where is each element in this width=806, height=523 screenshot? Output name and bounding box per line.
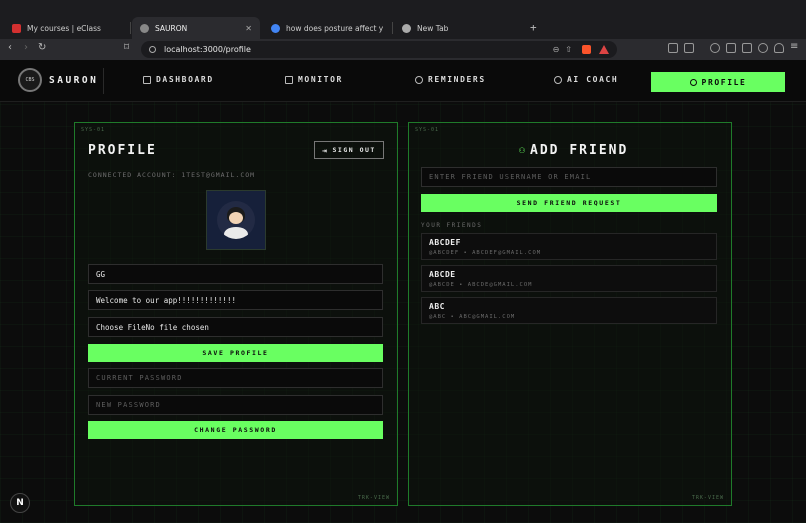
your-friends-heading: YOUR FRIENDS: [421, 222, 483, 229]
divider: [103, 68, 104, 94]
app-root: CBS SAURON DASHBOARD MONITOR REMINDERS A…: [0, 60, 806, 523]
profile-title: PROFILE: [88, 143, 157, 158]
friend-item[interactable]: ABCDE @ABCDE • ABCDE@GMAIL.COM: [421, 265, 717, 292]
nav-label: DASHBOARD: [156, 75, 214, 84]
save-profile-button[interactable]: SAVE PROFILE: [88, 344, 383, 362]
top-nav: CBS SAURON DASHBOARD MONITOR REMINDERS A…: [0, 60, 806, 102]
zoom-share-icons[interactable]: ⊖⇧: [553, 45, 578, 54]
camera-icon: [285, 75, 293, 84]
close-tab-icon[interactable]: ✕: [245, 24, 252, 33]
send-friend-request-button[interactable]: SEND FRIEND REQUEST: [421, 194, 717, 212]
globe-icon: [140, 23, 149, 33]
trk-label: TRK-VIEW: [357, 495, 390, 501]
user-icon: [689, 78, 697, 86]
logo-icon[interactable]: CBS: [18, 68, 42, 92]
tab-title: My courses | eClass: [27, 23, 101, 33]
friend-handle: @ABC • ABC@GMAIL.COM: [429, 314, 516, 320]
add-friend-heading: ⚇ ADD FRIEND: [519, 143, 628, 158]
file-status: No file chosen: [145, 322, 209, 332]
browser-chrome: My courses | eClass SAURON ✕ how does po…: [0, 0, 806, 60]
nav-ai-coach[interactable]: AI COACH: [554, 75, 618, 84]
friend-search-input[interactable]: ENTER FRIEND USERNAME OR EMAIL: [421, 167, 717, 187]
reader-icon[interactable]: [684, 43, 694, 53]
brave-rewards-icon[interactable]: [599, 45, 609, 54]
new-password-input[interactable]: NEW PASSWORD: [88, 395, 383, 415]
friend-name: ABC: [429, 302, 445, 311]
friend-item[interactable]: ABC @ABC • ABC@GMAIL.COM: [421, 297, 717, 324]
add-user-icon: ⚇: [519, 145, 526, 156]
coach-icon: [554, 75, 562, 84]
leo-ai-icon[interactable]: [758, 43, 768, 53]
tab-title: New Tab: [417, 23, 449, 33]
choose-file-button[interactable]: Choose File: [96, 323, 146, 332]
sign-out-label: SIGN OUT: [332, 146, 376, 154]
avatar-file-input[interactable]: Choose File No file chosen: [88, 317, 383, 337]
menu-icon[interactable]: ≡: [790, 41, 798, 52]
friend-name: ABCDE: [429, 270, 456, 279]
tab-strip: My courses | eClass SAURON ✕ how does po…: [0, 17, 806, 39]
nav-label: AI COACH: [567, 75, 619, 84]
url-text: localhost:3000/profile: [164, 45, 251, 54]
back-icon[interactable]: ‹: [8, 42, 12, 53]
nav-label: PROFILE: [701, 77, 747, 87]
grid-icon: [143, 75, 151, 84]
wallet-icon[interactable]: [742, 43, 752, 53]
avatar[interactable]: [206, 190, 266, 250]
tab-title: how does posture affect your heal: [286, 23, 383, 33]
bookmark-icon[interactable]: ⌑: [124, 42, 129, 53]
current-password-input[interactable]: CURRENT PASSWORD: [88, 368, 383, 388]
friend-handle: @ABCDE • ABCDE@GMAIL.COM: [429, 282, 533, 288]
add-friend-title: ADD FRIEND: [530, 143, 629, 158]
friend-handle: @ABCDEF • ABCDEF@GMAIL.COM: [429, 250, 542, 256]
eclass-favicon-icon: [12, 23, 21, 33]
tab-new-tab[interactable]: New Tab: [394, 17, 522, 39]
brand-name[interactable]: SAURON: [49, 75, 98, 86]
forward-icon[interactable]: ›: [24, 42, 28, 53]
nav-monitor[interactable]: MONITOR: [285, 75, 343, 84]
nav-dashboard[interactable]: DASHBOARD: [143, 75, 214, 84]
tab-eclass[interactable]: My courses | eClass: [4, 17, 128, 39]
nav-label: MONITOR: [298, 75, 343, 84]
tab-title: SAURON: [155, 23, 188, 33]
add-friend-panel: SYS-01 ⚇ ADD FRIEND ENTER FRIEND USERNAM…: [408, 122, 732, 506]
extensions-icon[interactable]: [668, 43, 678, 53]
vpn-icon[interactable]: [774, 43, 784, 53]
connected-account: CONNECTED ACCOUNT: 1TEST@GMAIL.COM: [88, 171, 256, 179]
brave-shields-icon[interactable]: [582, 45, 591, 54]
nav-label: REMINDERS: [428, 75, 486, 84]
reload-icon[interactable]: ↻: [38, 42, 46, 53]
brave-shield-icon: [402, 23, 411, 33]
bell-icon: [415, 75, 423, 84]
sys-label: SYS-01: [81, 127, 106, 133]
friend-name: ABCDEF: [429, 238, 461, 247]
sync-icon[interactable]: [710, 43, 720, 53]
nextjs-dev-badge[interactable]: N: [10, 493, 30, 513]
friend-item[interactable]: ABCDEF @ABCDEF • ABCDEF@GMAIL.COM: [421, 233, 717, 260]
logout-icon: ⇥: [322, 145, 329, 155]
nav-profile[interactable]: PROFILE: [651, 72, 785, 92]
tab-google-search[interactable]: how does posture affect your heal: [263, 17, 391, 39]
site-info-icon[interactable]: [149, 46, 156, 53]
trk-label: TRK-VIEW: [691, 495, 724, 501]
bio-input[interactable]: Welcome to our app!!!!!!!!!!!!!: [88, 290, 383, 310]
new-tab-button[interactable]: +: [530, 17, 537, 39]
google-icon: [271, 23, 280, 33]
nav-reminders[interactable]: REMINDERS: [415, 75, 486, 84]
change-password-button[interactable]: CHANGE PASSWORD: [88, 421, 383, 439]
sidebar-icon[interactable]: [726, 43, 736, 53]
tab-sauron[interactable]: SAURON ✕: [132, 17, 260, 39]
address-bar[interactable]: localhost:3000/profile ⊖⇧: [141, 41, 617, 58]
sign-out-button[interactable]: ⇥ SIGN OUT: [314, 141, 384, 159]
avatar-illustration: [217, 201, 255, 239]
profile-panel: SYS-01 PROFILE ⇥ SIGN OUT CONNECTED ACCO…: [74, 122, 398, 506]
browser-toolbar: ‹ › ↻ ⌑ localhost:3000/profile ⊖⇧ ≡: [0, 39, 806, 60]
sys-label: SYS-01: [415, 127, 440, 133]
display-name-input[interactable]: GG: [88, 264, 383, 284]
